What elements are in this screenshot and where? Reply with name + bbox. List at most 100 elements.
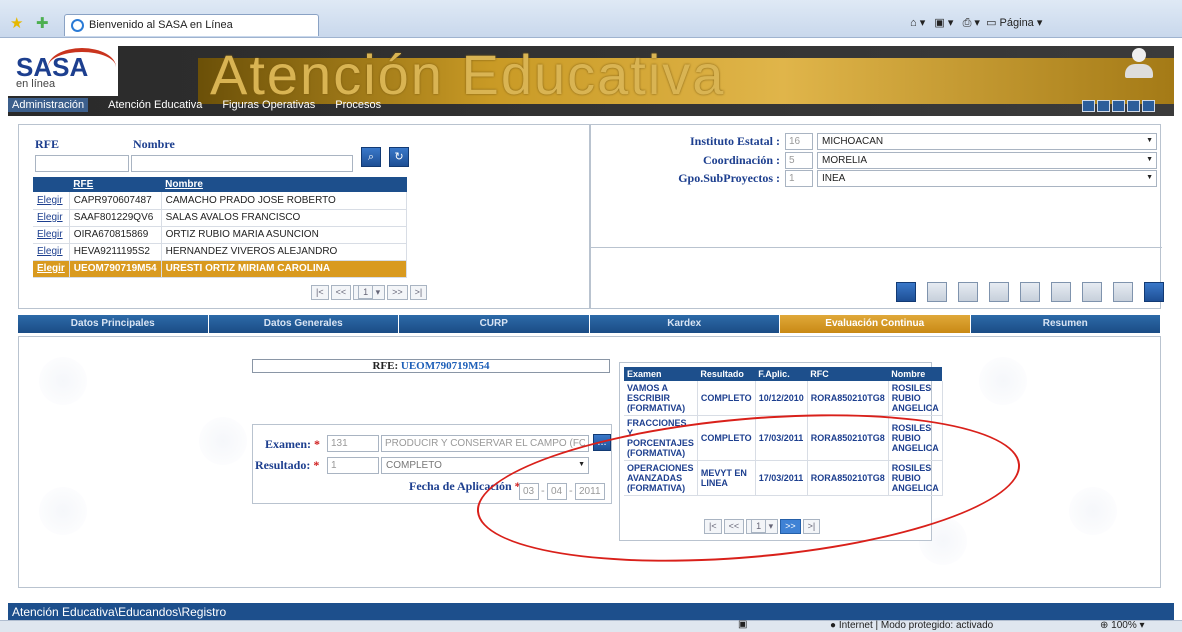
nombre-label: Nombre [133, 137, 175, 151]
header-nombre[interactable]: Nombre [161, 177, 407, 192]
table-row[interactable]: Elegir HEVA9211195S2 HERNANDEZ VIVEROS ALE… [33, 243, 408, 261]
exit-icon[interactable] [1144, 282, 1164, 302]
header-rfc[interactable]: RFC [807, 367, 889, 381]
nombre-search-input[interactable] [131, 155, 353, 172]
view-icon[interactable] [989, 282, 1009, 302]
help-icon[interactable] [1112, 100, 1125, 112]
zoom-control[interactable]: ⊕ 100% ▾ [1100, 620, 1145, 631]
accept-icon[interactable] [1051, 282, 1071, 302]
tab-datos-generales[interactable]: Datos Generales [208, 315, 399, 333]
pager-page[interactable]: 1 ▾ [353, 285, 386, 300]
search-panel: RFE Nombre ⌕ ↻ RFE Nombre Elegir CAPR9706… [18, 124, 590, 309]
choose-cell: Elegir [33, 260, 70, 278]
menu-item-3[interactable]: Procesos [335, 99, 381, 111]
choose-link[interactable]: Elegir [37, 229, 63, 240]
home-icon[interactable] [1082, 100, 1095, 112]
table-row[interactable]: Elegir CAPR970607487 CAMACHO PRADO JOSE RO… [33, 192, 408, 210]
header-rfe[interactable]: RFE [69, 177, 162, 192]
choose-link[interactable]: Elegir [37, 212, 63, 223]
pager-page-value: 1 [358, 285, 374, 299]
examen-label: Examen: * [265, 437, 320, 452]
nombre-cell: URESTI ORTIZ MIRIAM CAROLINA [161, 260, 408, 278]
delete-icon[interactable] [1113, 282, 1133, 302]
table-row[interactable]: VAMOS A ESCRIBIR (FORMATIVA) COMPLETO 10/1… [624, 381, 943, 416]
print-icon[interactable]: ⎙ ▾ [963, 17, 980, 29]
tab-kardex[interactable]: Kardex [589, 315, 780, 333]
educandos-pager: |< << 1 ▾ >> >| [311, 285, 428, 300]
evaluation-rfe-value: UEOM790719M54 [400, 360, 490, 372]
tab-datos-principales[interactable]: Datos Principales [18, 315, 209, 333]
coordinacion-code [785, 152, 813, 169]
status-text-value: Internet | Modo protegido: activado [838, 620, 994, 631]
browser-status-bar: ▣ ● Internet | Modo protegido: activado … [0, 619, 1182, 632]
copy-icon[interactable] [958, 282, 978, 302]
fecha-cell: 10/12/2010 [755, 381, 808, 416]
edit-icon[interactable] [927, 282, 947, 302]
pager-next[interactable]: >> [387, 285, 408, 300]
resultado-cell: COMPLETO [697, 381, 756, 416]
rfe-cell: HEVA9211195S2 [69, 243, 162, 261]
table-row[interactable]: Elegir SAAF801229QV6 SALAS AVALOS FRANCISC… [33, 209, 408, 227]
tab-evaluacion-continua[interactable]: Evaluación Continua [780, 315, 971, 333]
tab-curp[interactable]: CURP [399, 315, 590, 333]
home-icon[interactable]: ⌂ ▾ [910, 17, 925, 29]
header-faplic[interactable]: F.Aplic. [755, 367, 808, 381]
nombre-cell: SALAS AVALOS FRANCISCO [161, 209, 408, 227]
instituto-label: Instituto Estatal : [689, 134, 780, 148]
choose-link[interactable]: Elegir [37, 263, 65, 274]
page-menu-icon: ▭ [986, 17, 997, 29]
table-row[interactable]: Elegir OIRA670815869 ORTIZ RUBIO MARIA ASU… [33, 226, 408, 244]
add-favorite-icon[interactable]: ✚ [36, 14, 49, 32]
header-nombre[interactable]: Nombre [888, 367, 943, 381]
examen-label-text: Examen: [265, 437, 311, 451]
resultado-label-text: Resultado: [255, 458, 311, 472]
menu-item-2[interactable]: Figuras Operativas [222, 99, 315, 111]
examen-name-input[interactable] [381, 435, 589, 452]
undo-icon[interactable] [1082, 282, 1102, 302]
rfe-cell: UEOM790719M54 [69, 260, 162, 278]
examen-cell: VAMOS A ESCRIBIR (FORMATIVA) [624, 381, 698, 416]
nombre-cell: ROSILES RUBIO ANGELICA [888, 381, 943, 416]
resultado-code-input[interactable] [327, 457, 379, 474]
rfe-cell: SAAF801229QV6 [69, 209, 162, 227]
header-resultado[interactable]: Resultado [697, 367, 756, 381]
sasa-logo: SASA en línea [8, 46, 118, 96]
coordinacion-select[interactable]: MORELIA [817, 152, 1157, 169]
menu-item-1[interactable]: Atención Educativa [108, 99, 202, 111]
new-record-icon[interactable] [896, 282, 916, 302]
choose-link[interactable]: Elegir [37, 195, 63, 206]
tab-resumen[interactable]: Resumen [970, 315, 1161, 333]
logo-subtext: en línea [16, 78, 56, 90]
choose-cell: Elegir [33, 243, 70, 261]
instituto-select[interactable]: MICHOACAN [817, 133, 1157, 150]
gpo-label: Gpo.SubProyectos : [678, 171, 780, 185]
header-examen[interactable]: Examen [624, 367, 698, 381]
evaluation-rfe-label: RFE: [372, 360, 399, 372]
main-menu: Administración Atención Educativa Figuras … [8, 96, 1008, 114]
pager-last[interactable]: >| [409, 285, 428, 300]
favorites-star-icon[interactable]: ★ [10, 14, 23, 32]
mail-icon[interactable] [1097, 100, 1110, 112]
pager-first[interactable]: |< [311, 285, 329, 300]
section-tabs: Datos Principales Datos Generales CURP K… [18, 315, 1161, 333]
info-icon[interactable] [1142, 100, 1155, 112]
search-icon[interactable] [1127, 100, 1140, 112]
choose-cell: Elegir [33, 209, 70, 227]
choose-link[interactable]: Elegir [37, 246, 63, 257]
menu-item-0[interactable]: Administración [8, 98, 89, 112]
pager-prev[interactable]: << [330, 285, 352, 300]
table-row[interactable]: Elegir UEOM790719M54 URESTI ORTIZ MIRIAM C… [33, 260, 408, 278]
refresh-button-icon[interactable]: ↻ [389, 147, 409, 167]
nombre-cell: ORTIZ RUBIO MARIA ASUNCION [161, 226, 408, 244]
print-icon[interactable] [1020, 282, 1040, 302]
resultado-label: Resultado: * [255, 458, 319, 473]
ie-page-icon [71, 19, 84, 32]
rfe-search-input[interactable] [35, 155, 129, 172]
browser-tab[interactable]: Bienvenido al SASA en Línea [64, 14, 319, 36]
page-menu[interactable]: ▭ Página ▾ [986, 17, 1042, 29]
search-button-icon[interactable]: ⌕ [361, 147, 381, 167]
feeds-icon[interactable]: ▣ ▾ [934, 17, 953, 29]
gpo-select[interactable]: INEA [817, 170, 1157, 187]
examen-code-input[interactable] [327, 435, 379, 452]
coordinacion-label: Coordinación : [702, 153, 780, 167]
